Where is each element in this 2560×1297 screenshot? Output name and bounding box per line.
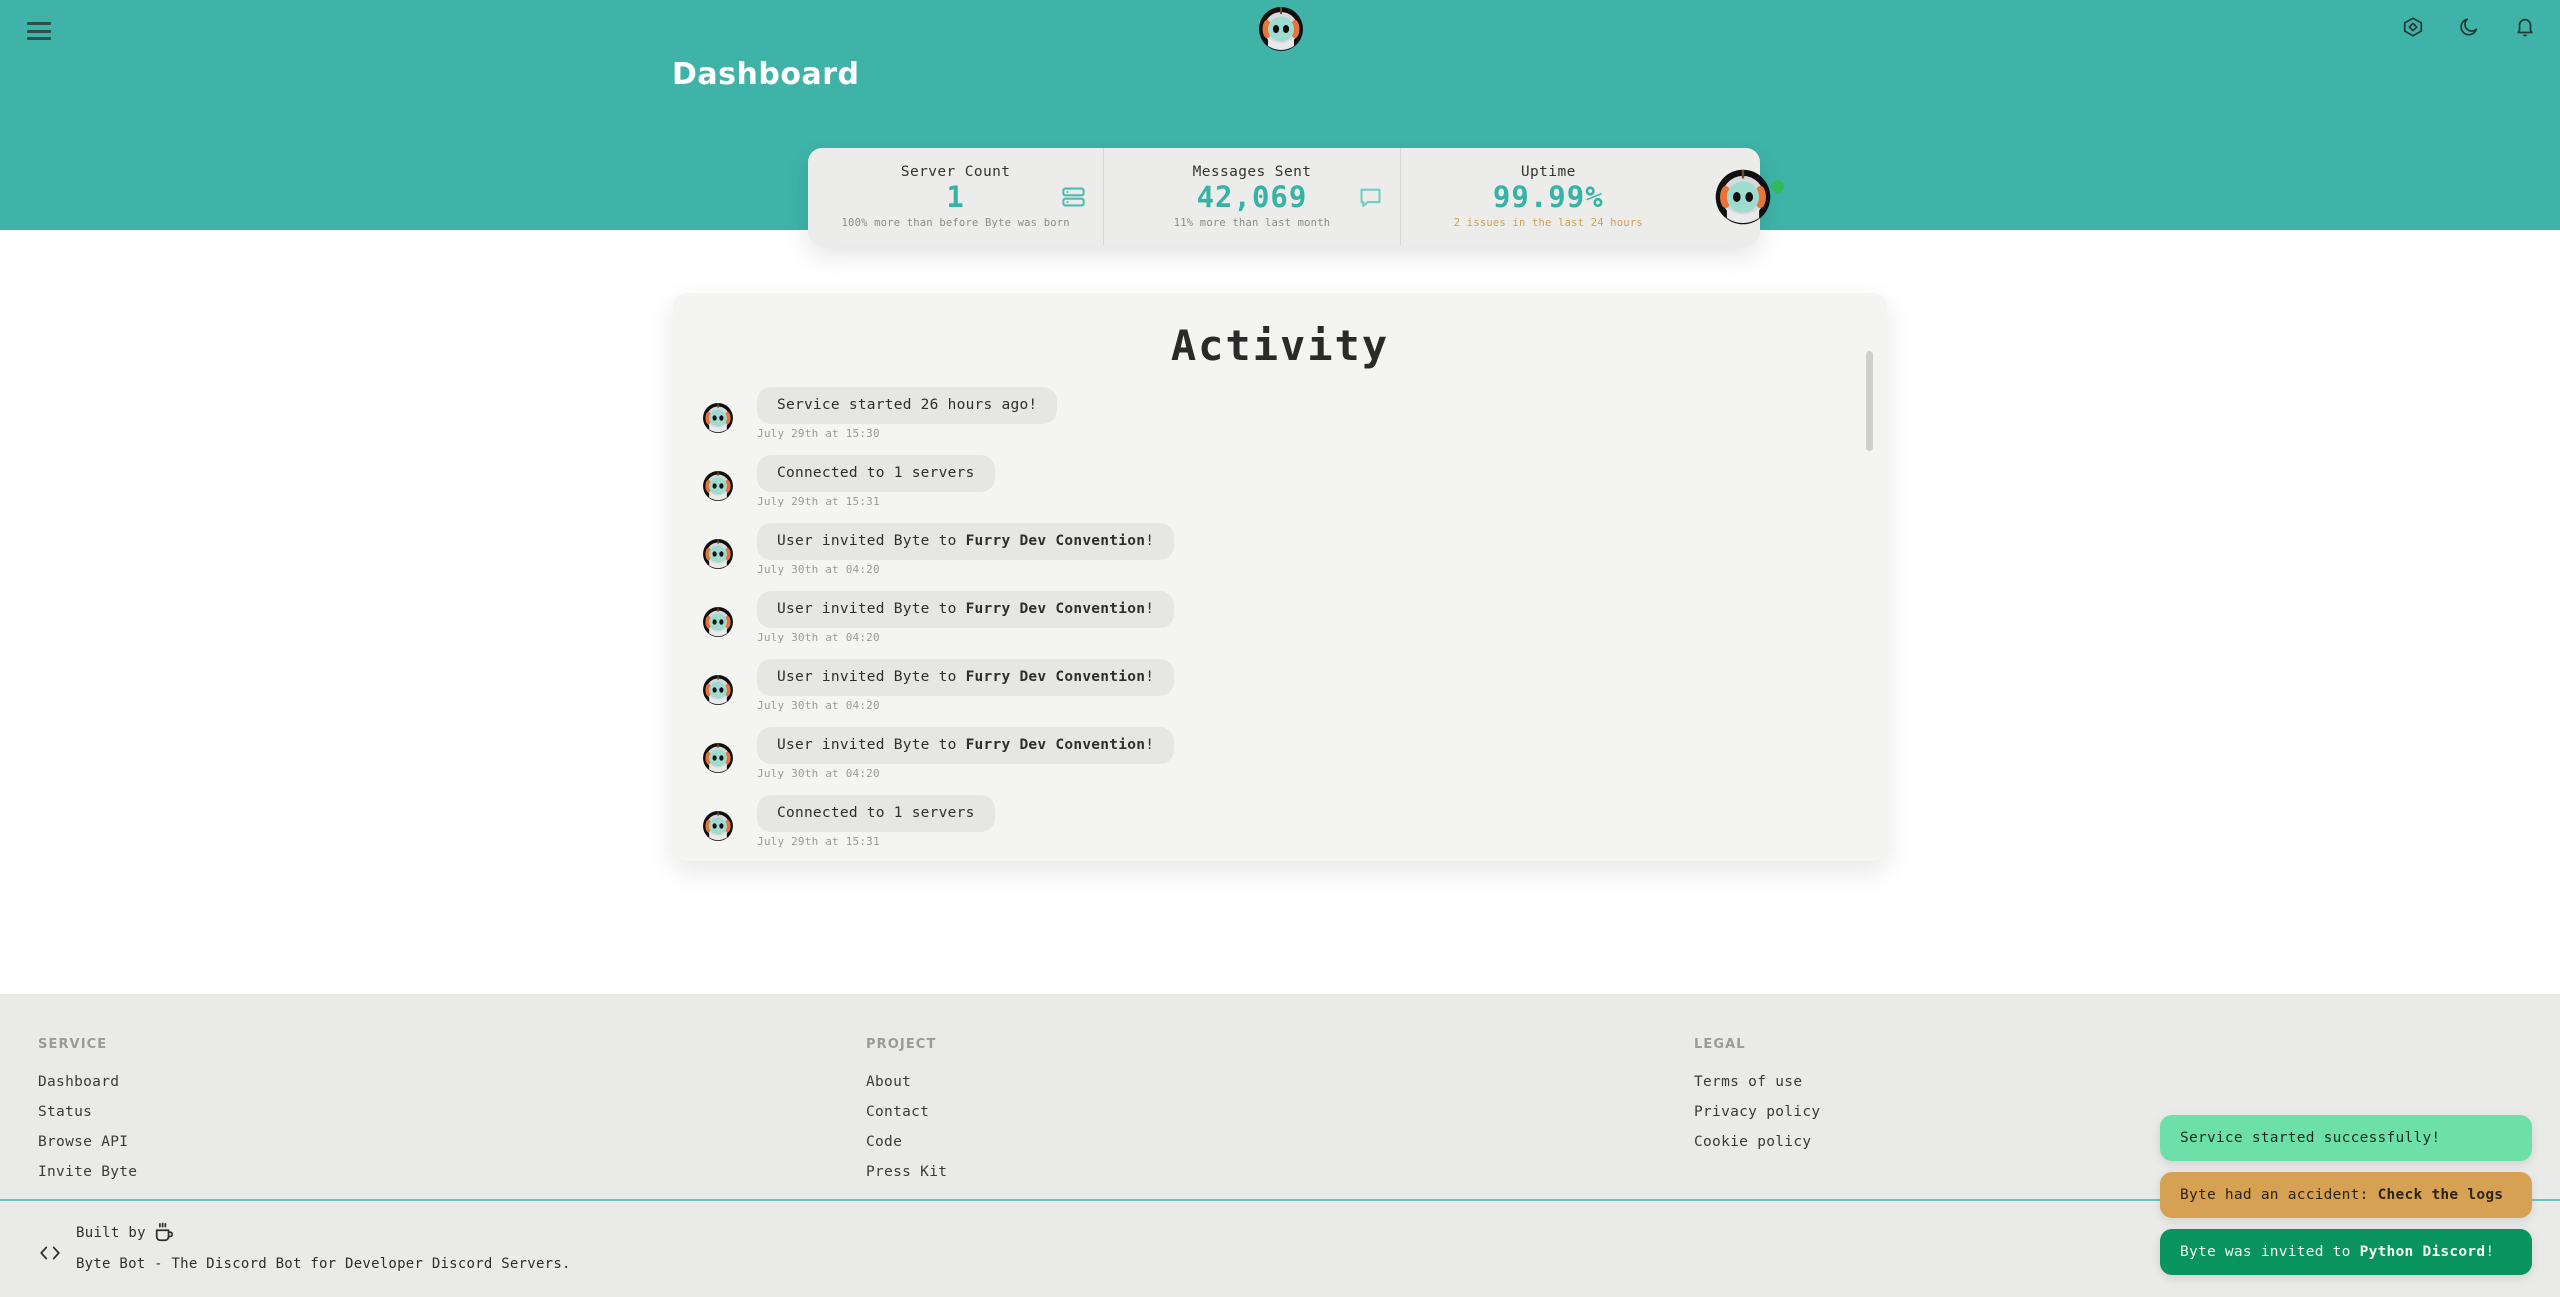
- message-bubble-icon: [1357, 183, 1384, 210]
- footer-column-title: PROJECT: [866, 1037, 937, 1052]
- activity-message: Connected to 1 servers: [757, 455, 995, 492]
- activity-timestamp: July 30th at 04:20: [757, 563, 880, 576]
- stat-label: Messages Sent: [1192, 164, 1312, 181]
- byte-bot-logo[interactable]: [1256, 4, 1306, 54]
- activity-message: User invited Byte to Furry Dev Conventio…: [757, 591, 1175, 628]
- stat-value: 1: [946, 180, 965, 215]
- activity-item: User invited Byte to Furry Dev Conventio…: [701, 589, 1887, 657]
- activity-timestamp: July 30th at 04:20: [757, 631, 880, 644]
- hamburger-icon[interactable]: [22, 18, 56, 44]
- stat-subtext: 11% more than last month: [1173, 216, 1331, 229]
- bot-avatar-icon: [701, 741, 735, 775]
- server-stack-icon: [1060, 183, 1087, 210]
- activity-timestamp: July 30th at 04:20: [757, 699, 880, 712]
- stat-label: Server Count: [900, 164, 1011, 181]
- status-badge: [1770, 179, 1784, 193]
- footer-link-press-kit[interactable]: Press Kit: [866, 1164, 1694, 1180]
- activity-message: User invited Byte to Furry Dev Conventio…: [757, 659, 1175, 696]
- stat-value: 42,069: [1196, 180, 1308, 215]
- footer-column-project: PROJECT About Contact Code Press Kit: [866, 1037, 1694, 1194]
- activity-timestamp: July 29th at 15:31: [757, 835, 880, 848]
- footer-link-status[interactable]: Status: [38, 1104, 866, 1120]
- bot-avatar-icon: [701, 401, 735, 435]
- activity-timestamp: July 29th at 15:30: [757, 427, 880, 440]
- bot-avatar-icon: [701, 809, 735, 843]
- footer-link-terms-of-use[interactable]: Terms of use: [1694, 1074, 2522, 1090]
- built-by-line: Built by: [76, 1222, 571, 1244]
- footer-tagline: Byte Bot - The Discord Bot for Developer…: [76, 1256, 571, 1272]
- header-icon-group: [2402, 16, 2536, 38]
- activity-item: User invited Byte to Furry Dev Conventio…: [701, 725, 1887, 793]
- bot-avatar-icon: [701, 673, 735, 707]
- footer-link-contact[interactable]: Contact: [866, 1104, 1694, 1120]
- toast-warning[interactable]: Byte had an accident: Check the logs: [2160, 1172, 2532, 1218]
- activity-item: Connected to 1 servers July 29th at 15:31: [701, 793, 1887, 861]
- stat-uptime: Uptime 99.99% 2 issues in the last 24 ho…: [1399, 148, 1784, 245]
- moon-icon[interactable]: [2458, 16, 2480, 38]
- bot-avatar-icon: [1712, 166, 1784, 228]
- stat-subtext: 100% more than before Byte was born: [841, 216, 1070, 229]
- stat-messages-sent: Messages Sent 42,069 11% more than last …: [1103, 148, 1399, 245]
- activity-item: Service started 26 hours ago! July 29th a…: [701, 385, 1887, 453]
- activity-message: Connected to 1 servers: [757, 795, 995, 832]
- activity-timestamp: July 30th at 04:20: [757, 767, 880, 780]
- dashboard-page: Dashboard Server Count 1 100% more than …: [0, 0, 2560, 1297]
- stat-server-count: Server Count 1 100% more than before Byt…: [808, 148, 1103, 245]
- activity-item: User invited Byte to Furry Dev Conventio…: [701, 521, 1887, 589]
- code-brackets-icon: [38, 1244, 62, 1262]
- stats-card: Server Count 1 100% more than before Byt…: [808, 148, 1784, 245]
- footer-link-about[interactable]: About: [866, 1074, 1694, 1090]
- toast-success[interactable]: Service started successfully!: [2160, 1115, 2532, 1161]
- stat-label: Uptime: [1520, 164, 1576, 181]
- bell-icon[interactable]: [2514, 16, 2536, 38]
- bot-avatar-icon: [701, 469, 735, 503]
- activity-list[interactable]: Service started 26 hours ago! July 29th a…: [673, 385, 1887, 861]
- activity-item: Connected to 1 servers July 29th at 15:31: [701, 453, 1887, 521]
- footer-column-title: SERVICE: [38, 1037, 108, 1052]
- stat-value: 99.99%: [1492, 180, 1604, 215]
- footer-link-dashboard[interactable]: Dashboard: [38, 1074, 866, 1090]
- bot-avatar-icon: [701, 605, 735, 639]
- activity-message: User invited Byte to Furry Dev Conventio…: [757, 523, 1175, 560]
- footer-column-title: LEGAL: [1694, 1037, 1746, 1052]
- activity-panel: Activity Service started 26 hours ago! Ju…: [673, 293, 1887, 861]
- footer-column-service: SERVICE Dashboard Status Browse API Invite B…: [38, 1037, 866, 1194]
- footer-bottom: Built by Byte Bot - The Discord Bot for …: [38, 1222, 571, 1272]
- bot-avatar-icon: [701, 537, 735, 571]
- topbar: [0, 0, 2560, 62]
- scrollbar-thumb[interactable]: [1866, 351, 1873, 451]
- activity-message: Service started 26 hours ago!: [757, 387, 1058, 424]
- activity-item: User invited Byte to Furry Dev Conventio…: [701, 657, 1887, 725]
- coffee-cup-icon: [154, 1222, 174, 1244]
- activity-message: User invited Byte to Furry Dev Conventio…: [757, 727, 1175, 764]
- activity-timestamp: July 29th at 15:31: [757, 495, 880, 508]
- footer-link-code[interactable]: Code: [866, 1134, 1694, 1150]
- toast-stack: Service started successfully! Byte had an…: [2160, 1115, 2532, 1275]
- activity-title: Activity: [1170, 321, 1390, 370]
- built-by-label: Built by: [76, 1225, 146, 1241]
- page-title: Dashboard: [672, 57, 860, 92]
- footer-link-browse-api[interactable]: Browse API: [38, 1134, 866, 1150]
- toast-info[interactable]: Byte was invited to Python Discord!: [2160, 1229, 2532, 1275]
- footer-link-invite-byte[interactable]: Invite Byte: [38, 1164, 866, 1180]
- box-icon[interactable]: [2402, 16, 2424, 38]
- stat-subtext: 2 issues in the last 24 hours: [1453, 216, 1643, 229]
